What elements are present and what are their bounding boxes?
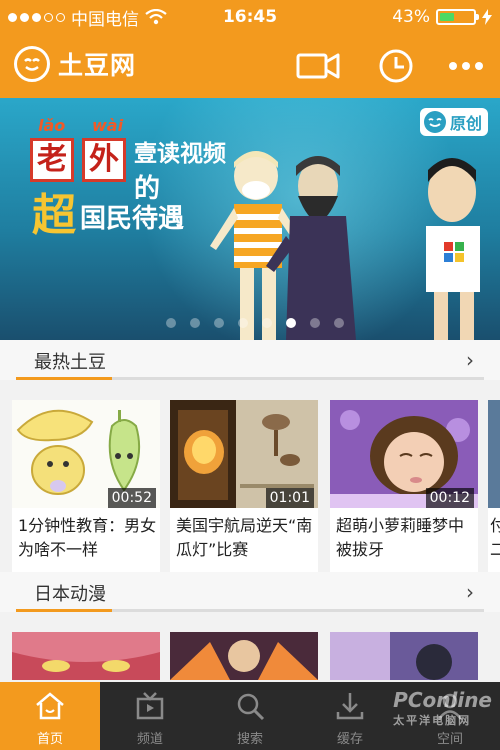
banner-char-wai: 外 — [82, 138, 126, 182]
pager-dot[interactable] — [214, 318, 224, 328]
original-badge: 原创 — [419, 108, 488, 136]
section-title: 最热土豆 — [34, 352, 106, 373]
section-title: 日本动漫 — [34, 584, 106, 605]
search-icon — [237, 693, 265, 721]
video-title: 1分钟性教育：男女为啥不一样 — [18, 516, 157, 559]
video-card[interactable]: 付二 — [488, 400, 500, 572]
featured-banner[interactable]: lǎo wài 老 外 超 壹读视频 的 国民待遇 原创 — [0, 98, 500, 340]
tab-label: 空间 — [436, 732, 463, 747]
wifi-icon — [145, 9, 167, 25]
chevron-right-icon[interactable]: › — [466, 580, 474, 604]
pager-dot[interactable] — [262, 318, 272, 328]
original-badge-label: 原创 — [449, 114, 482, 133]
video-title: 超萌小萝莉睡梦中被拔牙 — [336, 516, 465, 559]
video-duration: 00:52 — [107, 488, 156, 508]
battery-percent: 43% — [392, 7, 430, 27]
video-thumbnail[interactable] — [12, 632, 160, 680]
banner-illustration — [210, 151, 480, 340]
charging-icon — [482, 9, 492, 25]
banner-pager[interactable] — [0, 318, 500, 328]
app-title: 土豆网 — [58, 51, 137, 80]
pinyin-lao: lǎo — [38, 116, 66, 135]
status-bar: 中国电信 16:45 43% — [0, 0, 500, 34]
hot-video-list: 00:52 1分钟性教育：男女为啥不一样 01:01 美国宇航局逆天“南瓜灯”比… — [0, 400, 500, 572]
banner-char-lao: 老 — [30, 138, 74, 182]
history-button[interactable] — [374, 46, 418, 86]
tab-search[interactable]: 搜索 — [200, 682, 300, 750]
video-title: 付二 — [490, 516, 500, 559]
banner-char-chao: 超 — [32, 190, 76, 241]
history-clock-icon — [379, 49, 413, 83]
more-button[interactable] — [444, 46, 488, 86]
pconline-watermark: PConline 太平洋电脑网 — [393, 688, 492, 727]
section-divider — [16, 377, 484, 380]
tab-cache[interactable]: 缓存 — [300, 682, 400, 750]
app-header: 土豆网 — [0, 34, 500, 98]
app-logo[interactable]: 土豆网 — [14, 46, 136, 82]
pager-dot[interactable] — [310, 318, 320, 328]
home-icon — [36, 692, 64, 720]
battery-icon — [436, 9, 479, 25]
pinyin-wai: wài — [92, 116, 124, 135]
anime-video-list — [0, 632, 500, 680]
video-camera-icon — [296, 53, 340, 79]
banner-line-3: 国民待遇 — [80, 204, 185, 234]
section-header-anime[interactable]: 日本动漫 › — [0, 572, 500, 612]
carrier-name: 中国电信 — [71, 9, 139, 30]
signal-strength-icon — [8, 12, 65, 22]
pager-dot[interactable] — [286, 318, 296, 328]
video-thumbnail[interactable] — [170, 632, 318, 680]
tab-label: 首页 — [36, 732, 63, 747]
tab-label: 搜索 — [236, 732, 263, 747]
pager-dot[interactable] — [190, 318, 200, 328]
video-title: 美国宇航局逆天“南瓜灯”比赛 — [176, 516, 313, 559]
video-duration: 01:01 — [265, 488, 314, 508]
pager-dot[interactable] — [238, 318, 248, 328]
pager-dot[interactable] — [334, 318, 344, 328]
tab-label: 频道 — [136, 732, 163, 747]
status-right: 43% — [392, 0, 492, 34]
video-thumbnail — [488, 400, 500, 508]
video-duration: 00:12 — [425, 488, 474, 508]
bottom-tab-bar: 首页 频道 搜索 缓存 空间 PConline 太平洋电脑网 — [0, 682, 500, 750]
section-divider — [16, 609, 484, 612]
status-left: 中国电信 — [8, 0, 167, 34]
upload-video-button[interactable] — [296, 46, 340, 86]
video-card[interactable]: 00:52 1分钟性教育：男女为啥不一样 — [12, 400, 160, 572]
pager-dot[interactable] — [166, 318, 176, 328]
video-card[interactable]: 00:12 超萌小萝莉睡梦中被拔牙 — [330, 400, 478, 572]
section-header-hot[interactable]: 最热土豆 › — [0, 340, 500, 380]
tab-channels[interactable]: 频道 — [100, 682, 200, 750]
download-icon — [336, 693, 364, 720]
more-icon — [449, 62, 483, 70]
video-card[interactable]: 01:01 美国宇航局逆天“南瓜灯”比赛 — [170, 400, 318, 572]
tab-home[interactable]: 首页 — [0, 682, 100, 750]
tudou-logo-icon — [14, 46, 50, 82]
tudou-badge-icon — [423, 111, 446, 133]
tv-icon — [136, 692, 164, 720]
video-thumbnail[interactable] — [330, 632, 478, 680]
tab-label: 缓存 — [336, 732, 363, 747]
chevron-right-icon[interactable]: › — [466, 348, 474, 372]
